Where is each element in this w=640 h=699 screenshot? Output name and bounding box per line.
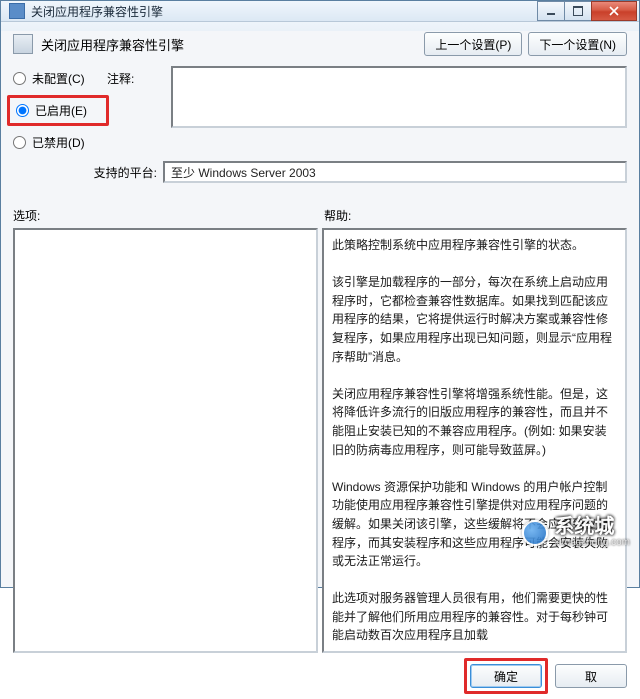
close-button[interactable] bbox=[591, 1, 637, 21]
platform-value: 至少 Windows Server 2003 bbox=[163, 161, 627, 183]
radio-not-configured-input[interactable] bbox=[13, 72, 26, 85]
help-label: 帮助: bbox=[320, 207, 627, 224]
radio-disabled-input[interactable] bbox=[13, 136, 26, 149]
comment-label: 注释: bbox=[107, 66, 167, 87]
ok-highlight: 确定 bbox=[464, 658, 548, 694]
panes: 此策略控制系统中应用程序兼容性引擎的状态。 该引擎是加载程序的一部分，每次在系统… bbox=[13, 228, 627, 653]
radio-disabled[interactable]: 已禁用(D) bbox=[13, 134, 103, 151]
section-labels: 选项: 帮助: bbox=[13, 207, 627, 224]
options-pane bbox=[13, 228, 318, 653]
state-radios: 未配置(C) 已启用(E) 已禁用(D) bbox=[13, 66, 103, 151]
window-title: 关闭应用程序兼容性引擎 bbox=[31, 3, 538, 20]
config-grid: 未配置(C) 已启用(E) 已禁用(D) 注释: bbox=[13, 66, 627, 151]
radio-not-configured[interactable]: 未配置(C) bbox=[13, 70, 103, 87]
setting-title: 关闭应用程序兼容性引擎 bbox=[41, 35, 418, 54]
radio-not-configured-label: 未配置(C) bbox=[32, 70, 85, 87]
comment-input[interactable] bbox=[171, 66, 627, 128]
window-controls bbox=[538, 1, 637, 21]
radio-enabled[interactable]: 已启用(E) bbox=[7, 95, 109, 126]
header-row: 关闭应用程序兼容性引擎 上一个设置(P) 下一个设置(N) bbox=[13, 32, 627, 56]
help-pane[interactable]: 此策略控制系统中应用程序兼容性引擎的状态。 该引擎是加载程序的一部分，每次在系统… bbox=[322, 228, 627, 653]
cancel-button[interactable]: 取 bbox=[555, 664, 627, 688]
platform-row: 支持的平台: 至少 Windows Server 2003 bbox=[13, 161, 627, 183]
group-policy-window: 关闭应用程序兼容性引擎 关闭应用程序兼容性引擎 上一个设置(P) 下一个设置(N… bbox=[0, 0, 640, 588]
minimize-button[interactable] bbox=[537, 1, 565, 21]
radio-disabled-label: 已禁用(D) bbox=[32, 134, 85, 151]
maximize-button[interactable] bbox=[564, 1, 592, 21]
previous-setting-button[interactable]: 上一个设置(P) bbox=[424, 32, 522, 56]
ok-button[interactable]: 确定 bbox=[470, 664, 542, 688]
close-icon bbox=[609, 6, 619, 16]
platform-label: 支持的平台: bbox=[13, 164, 163, 181]
options-label: 选项: bbox=[13, 207, 320, 224]
radio-enabled-label: 已启用(E) bbox=[35, 102, 87, 119]
window-icon bbox=[9, 3, 25, 19]
content-area: 关闭应用程序兼容性引擎 上一个设置(P) 下一个设置(N) 未配置(C) 已启用… bbox=[1, 22, 639, 699]
next-setting-button[interactable]: 下一个设置(N) bbox=[528, 32, 627, 56]
radio-enabled-input[interactable] bbox=[16, 104, 29, 117]
footer: 确定 取 bbox=[13, 653, 627, 691]
titlebar: 关闭应用程序兼容性引擎 bbox=[1, 1, 639, 22]
setting-icon bbox=[13, 34, 33, 54]
